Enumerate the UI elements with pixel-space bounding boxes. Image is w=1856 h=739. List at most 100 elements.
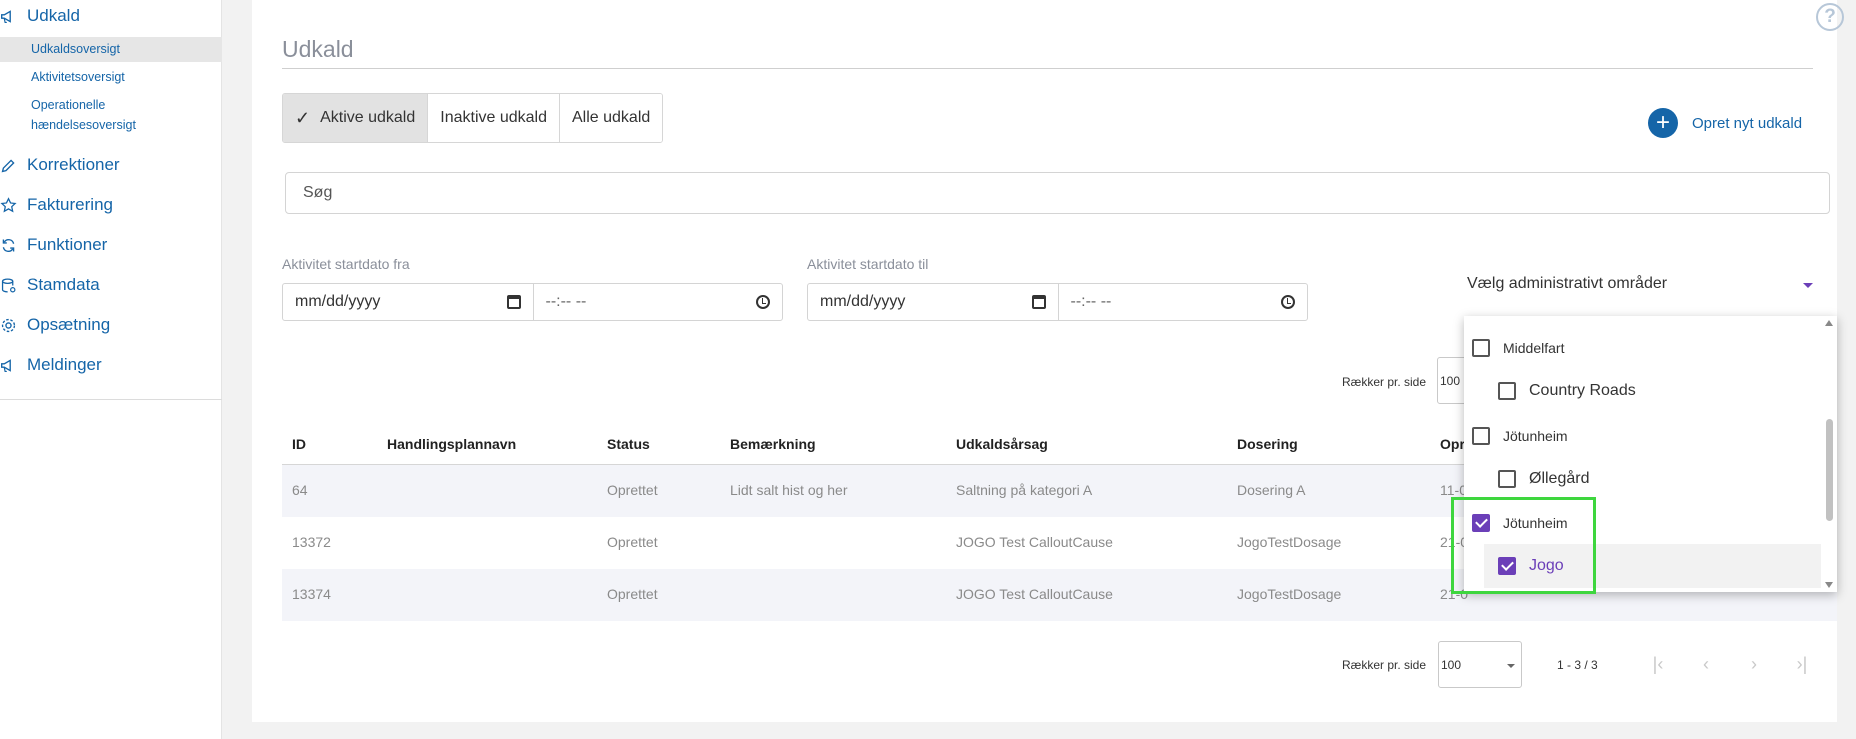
date-placeholder: mm/dd/yyyy xyxy=(295,293,381,310)
filter-active-button[interactable]: ✓ Aktive udkald xyxy=(283,94,429,142)
rows-per-page-label: Rækker pr. side xyxy=(1342,375,1427,389)
sidebar-subitem-aktivitetsoversigt[interactable]: Aktivitetsoversigt xyxy=(31,67,125,87)
date-placeholder: mm/dd/yyyy xyxy=(820,293,906,310)
sidebar-item-stamdata[interactable]: Stamdata xyxy=(0,275,100,295)
sidebar-item-udkald[interactable]: Udkald xyxy=(0,6,80,26)
table-cell: JOGO Test CalloutCause xyxy=(956,586,1113,602)
table-cell: 13372 xyxy=(292,534,331,550)
sidebar-item-label: Udkald xyxy=(27,6,80,25)
sidebar-divider xyxy=(0,399,222,400)
database-icon xyxy=(0,276,22,294)
table-cell: JOGO Test CalloutCause xyxy=(956,534,1113,550)
option-label: Middelfart xyxy=(1503,340,1565,356)
checkbox[interactable] xyxy=(1472,427,1490,445)
scroll-thumb[interactable] xyxy=(1826,419,1833,521)
table-cell: Saltning på kategori A xyxy=(956,482,1093,498)
sidebar-item-label: Funktioner xyxy=(27,235,108,254)
megaphone-icon xyxy=(0,356,22,374)
calendar-icon[interactable] xyxy=(506,295,521,309)
table-cell: 13374 xyxy=(292,586,331,602)
column-header[interactable]: Status xyxy=(607,436,650,452)
create-callout-button[interactable]: + Opret nyt udkald xyxy=(1648,108,1802,138)
calendar-icon[interactable] xyxy=(1031,295,1046,309)
column-header[interactable]: Dosering xyxy=(1237,436,1298,452)
date-from-field: mm/dd/yyyy --:-- -- xyxy=(282,283,783,321)
filter-label: Aktive udkald xyxy=(320,109,416,126)
check-icon: ✓ xyxy=(295,107,311,128)
date-from-time-input[interactable]: --:-- -- xyxy=(532,284,783,320)
checkbox[interactable] xyxy=(1472,339,1490,357)
dropdown-option-country-roads[interactable]: Country Roads xyxy=(1498,382,1636,400)
gear-icon xyxy=(0,316,22,334)
sidebar-item-meldinger[interactable]: Meldinger xyxy=(0,355,102,375)
date-to-date-input[interactable]: mm/dd/yyyy xyxy=(808,284,1058,320)
sidebar-item-label: Korrektioner xyxy=(27,155,120,174)
first-page-icon[interactable]: |‹ xyxy=(1646,650,1670,678)
table-cell: Oprettet xyxy=(607,534,658,550)
pencil-icon xyxy=(0,156,22,174)
date-to-time-input[interactable]: --:-- -- xyxy=(1057,284,1308,320)
filter-inactive-button[interactable]: Inaktive udkald xyxy=(428,94,560,142)
pager-info: 1 - 3 / 3 xyxy=(1557,658,1598,672)
dropdown-arrow-icon xyxy=(1803,283,1813,288)
dropdown-option-ollegard[interactable]: Øllegård xyxy=(1498,470,1589,488)
table-cell: Lidt salt hist og her xyxy=(730,482,848,498)
time-placeholder: --:-- -- xyxy=(545,293,587,310)
option-label: Jötunheim xyxy=(1503,428,1568,444)
filter-toggle-group: ✓ Aktive udkald Inaktive udkald Alle udk… xyxy=(282,93,664,143)
prev-page-icon[interactable]: ‹ xyxy=(1694,650,1718,678)
time-placeholder: --:-- -- xyxy=(1070,293,1112,310)
rows-per-page-select-bottom[interactable]: 100 xyxy=(1438,641,1522,688)
scroll-down-icon[interactable] xyxy=(1825,582,1833,588)
date-to-label: Aktivitet startdato til xyxy=(807,256,929,272)
dropdown-option-jotunheim[interactable]: Jötunheim xyxy=(1472,427,1568,445)
sidebar-item-opsaetning[interactable]: Opsætning xyxy=(0,315,110,335)
sidebar-item-funktioner[interactable]: Funktioner xyxy=(0,235,107,255)
admin-area-select-label: Vælg administrativt områder xyxy=(1467,275,1668,292)
option-label: Øllegård xyxy=(1529,470,1590,487)
column-header[interactable]: ID xyxy=(292,436,306,452)
sidebar-item-label: Meldinger xyxy=(27,355,102,374)
chevron-down-icon xyxy=(1507,664,1515,668)
next-page-icon[interactable]: › xyxy=(1742,650,1766,678)
table-cell: JogoTestDosage xyxy=(1237,534,1342,550)
dropdown-option-middelfart[interactable]: Middelfart xyxy=(1472,339,1564,357)
checkbox[interactable] xyxy=(1498,382,1516,400)
column-header[interactable]: Handlingsplannavn xyxy=(387,436,516,452)
sidebar-item-label: Opsætning xyxy=(27,315,111,334)
date-to-field: mm/dd/yyyy --:-- -- xyxy=(807,283,1308,321)
sidebar-item-korrektioner[interactable]: Korrektioner xyxy=(0,155,120,175)
table-cell: Oprettet xyxy=(607,586,658,602)
sidebar-subitem-operationelle[interactable]: Operationelle hændelsesoversigt xyxy=(31,95,136,135)
checkbox[interactable] xyxy=(1498,470,1516,488)
sidebar-subitem-udkaldsoversigt[interactable]: Udkaldsoversigt xyxy=(31,39,120,59)
sidebar-subitem-label-line2: hændelsesoversigt xyxy=(31,118,136,132)
megaphone-icon xyxy=(0,7,22,25)
rows-per-page-value: 100 xyxy=(1440,374,1461,388)
table-cell: 64 xyxy=(292,482,308,498)
scroll-up-icon[interactable] xyxy=(1825,320,1833,326)
table-cell: Oprettet xyxy=(607,482,658,498)
column-header[interactable]: Bemærkning xyxy=(730,436,816,452)
clock-icon[interactable] xyxy=(756,295,770,309)
sidebar-subitem-label: Operationelle xyxy=(31,98,106,112)
filter-label: Inaktive udkald xyxy=(440,109,547,126)
search-input[interactable]: Søg xyxy=(285,172,1830,214)
filter-all-button[interactable]: Alle udkald xyxy=(560,94,663,142)
option-label: Country Roads xyxy=(1529,382,1636,399)
date-from-date-input[interactable]: mm/dd/yyyy xyxy=(283,284,533,320)
admin-area-select[interactable]: Vælg administrativt områder xyxy=(1467,275,1837,293)
sidebar-item-label: Fakturering xyxy=(27,195,113,214)
column-header[interactable]: Udkaldsårsag xyxy=(956,436,1048,452)
last-page-icon[interactable]: ›| xyxy=(1790,650,1814,678)
plus-icon: + xyxy=(1648,108,1678,138)
refresh-icon xyxy=(0,236,22,254)
dropdown-scrollbar[interactable] xyxy=(1821,316,1837,592)
help-icon[interactable]: ? xyxy=(1816,3,1844,31)
table-cell: JogoTestDosage xyxy=(1237,586,1342,602)
sidebar: Udkald Udkaldsoversigt Aktivitetsoversig… xyxy=(0,0,222,739)
filter-label: Alle udkald xyxy=(572,109,651,126)
selection-highlight-box xyxy=(1451,497,1596,594)
clock-icon[interactable] xyxy=(1281,295,1295,309)
sidebar-item-fakturering[interactable]: Fakturering xyxy=(0,195,113,215)
